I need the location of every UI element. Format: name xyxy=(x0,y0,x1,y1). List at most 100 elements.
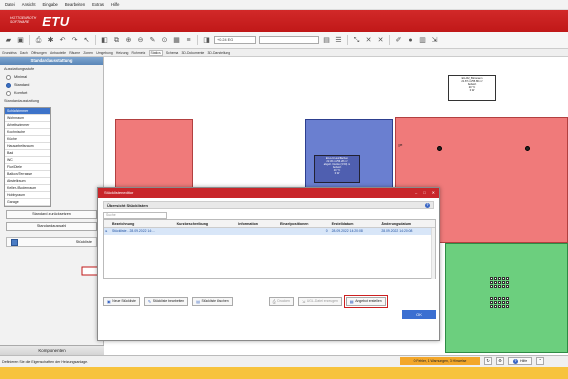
tab-statics[interactable]: Statics xyxy=(148,49,163,56)
table-scrollbar[interactable] xyxy=(431,228,435,279)
radiator-marker[interactable] xyxy=(437,146,442,151)
room-item[interactable]: Flur/Diele xyxy=(5,164,50,171)
pointer-icon[interactable]: ↖ xyxy=(82,36,91,45)
copy-icon[interactable]: ⧉ xyxy=(112,36,121,45)
room-item[interactable]: Hausarbeitsraum xyxy=(5,143,50,150)
new-list-button[interactable]: ▣ Neue Stückliste xyxy=(103,297,140,306)
col-einzelpositionen[interactable]: Einzelpositionen xyxy=(280,220,332,227)
room-item[interactable]: Küche xyxy=(5,136,50,143)
tab-dach[interactable]: Dach xyxy=(20,51,28,55)
tab-rohrnetz[interactable]: Rohrnetz xyxy=(132,51,146,55)
measure-icon[interactable]: ⤡ xyxy=(352,36,361,45)
help-button[interactable]: ? Hilfe xyxy=(508,357,533,365)
radio-standard[interactable]: Standard xyxy=(0,81,103,89)
ok-button[interactable]: OK xyxy=(402,310,436,319)
zoom-in-icon[interactable]: ⊕ xyxy=(124,36,133,45)
radiator-symbol[interactable]: ≡ᴴ xyxy=(398,143,402,148)
radiator-grid[interactable] xyxy=(490,277,509,288)
create-offer-button[interactable]: ▦ Angebot erstellen xyxy=(343,295,388,308)
level-input[interactable]: +0.24 EG xyxy=(214,36,256,44)
menu-extras[interactable]: Extras xyxy=(92,2,104,7)
room-item[interactable]: Bad xyxy=(5,150,50,157)
warnings-badge[interactable]: 0 Fehler, 1 Warnungen, 3 Hinweise xyxy=(400,357,480,365)
refresh-icon[interactable]: ↻ xyxy=(484,357,492,365)
export-icon[interactable]: ⇲ xyxy=(430,36,439,45)
tab-oeffnungen[interactable]: Öffnungen xyxy=(31,51,47,55)
cross2-icon[interactable]: ✕ xyxy=(376,36,385,45)
table-row[interactable]: ▸ Stückliste - 28.09.2022 14:... 0 28.09… xyxy=(104,228,435,235)
tab-schema[interactable]: Schema xyxy=(166,51,178,55)
radiator-grid[interactable] xyxy=(490,297,509,308)
level-dropdown[interactable] xyxy=(259,36,319,44)
radio-komfort[interactable]: Komfort xyxy=(0,89,103,97)
close-icon[interactable]: ✕ xyxy=(432,188,435,198)
print-button[interactable]: ⎙ Drucken xyxy=(268,297,294,306)
col-kurzbeschreibung[interactable]: Kurzbeschreibung xyxy=(177,220,239,227)
undo-icon[interactable]: ↶ xyxy=(58,36,67,45)
menu-hilfe[interactable]: Hilfe xyxy=(111,2,119,7)
tab-zonen[interactable]: Zonen xyxy=(83,51,93,55)
room-item[interactable]: Abstellraum xyxy=(5,178,50,185)
room-item[interactable]: Schlafzimmer xyxy=(5,108,50,115)
tab-grundriss[interactable]: Grundriss xyxy=(2,51,17,55)
folder-icon[interactable]: ▰ xyxy=(4,36,13,45)
standard-matrix-button[interactable]: Standardauswahl xyxy=(6,222,97,231)
save-icon[interactable]: ▣ xyxy=(16,36,25,45)
minimize-icon[interactable]: – xyxy=(415,188,417,198)
room-item[interactable]: Wohnraum xyxy=(5,115,50,122)
stairs-icon[interactable]: ≡ xyxy=(184,36,193,45)
tab-raeume[interactable]: Räume xyxy=(69,51,80,55)
tab-3d-darstellung[interactable]: 3D-Darstellung xyxy=(208,51,231,55)
ugl-export-button[interactable]: ⇲ UGL-Datei erzeugen xyxy=(297,297,342,306)
menu-datei[interactable]: Datei xyxy=(5,2,15,7)
settings-gear-icon[interactable]: ⚙ xyxy=(496,357,504,365)
room-item[interactable]: Kochnische xyxy=(5,129,50,136)
reset-standard-button[interactable]: Standard zurücksetzen xyxy=(6,210,97,219)
target-icon[interactable]: ⊙ xyxy=(160,36,169,45)
layer-icon[interactable]: ◧ xyxy=(100,36,109,45)
room-item[interactable]: WC xyxy=(5,157,50,164)
radiator-marker[interactable] xyxy=(525,146,530,151)
calc-icon[interactable]: ▥ xyxy=(418,36,427,45)
room-item[interactable]: Balkon/Terrasse xyxy=(5,171,50,178)
draw-icon[interactable]: ✎ xyxy=(148,36,157,45)
tab-anbauteile[interactable]: Anbauteile xyxy=(50,51,66,55)
layers-icon[interactable]: ▤ xyxy=(322,36,331,45)
zoom-out-icon[interactable]: ⊖ xyxy=(136,36,145,45)
tab-umgebung[interactable]: Umgebung xyxy=(96,51,113,55)
print-icon[interactable]: ⎙ xyxy=(34,36,43,45)
menu-ansicht[interactable]: Ansicht xyxy=(22,2,36,7)
col-erstelldatum[interactable]: Erstelldatum xyxy=(332,220,382,227)
tab-heizung[interactable]: Heizung xyxy=(116,51,128,55)
paint-icon[interactable]: ● xyxy=(406,36,415,45)
room-item[interactable]: Hobbyraum xyxy=(5,192,50,199)
settings-icon[interactable]: ✱ xyxy=(46,36,55,45)
radio-icon[interactable] xyxy=(6,74,11,80)
delete-list-button[interactable]: ▤ Stückliste löschen xyxy=(192,297,233,306)
search-input[interactable]: Suche xyxy=(103,212,167,219)
grid-icon[interactable]: ▦ xyxy=(172,36,181,45)
col-aenderungsdatum[interactable]: Änderungsdatum xyxy=(381,220,435,227)
redo-icon[interactable]: ↷ xyxy=(70,36,79,45)
radio-icon[interactable] xyxy=(6,90,11,96)
radio-icon[interactable] xyxy=(6,82,11,88)
room-item[interactable]: Arbeitszimmer xyxy=(5,122,50,129)
menu-bearbeiten[interactable]: Bearbeiten xyxy=(65,2,85,7)
col-bezeichnung[interactable]: Bezeichnung xyxy=(109,220,177,227)
menu-eingabe[interactable]: Eingabe xyxy=(43,2,58,7)
help-icon[interactable]: ? xyxy=(425,202,430,208)
room-item[interactable]: Garage xyxy=(5,199,50,206)
komponenten-button[interactable]: Komponenten xyxy=(0,345,104,355)
maximize-icon[interactable]: □ xyxy=(423,188,425,198)
view-icon[interactable]: ◨ xyxy=(202,36,211,45)
cross-icon[interactable]: ✕ xyxy=(364,36,373,45)
align-icon[interactable]: ☰ xyxy=(334,36,343,45)
tab-3d-dokumente[interactable]: 3D-Dokumente xyxy=(182,51,205,55)
stueckliste-button[interactable]: Stückliste xyxy=(6,237,97,247)
radio-minimal[interactable]: Minimal xyxy=(0,73,103,81)
col-information[interactable]: Information xyxy=(238,220,280,227)
brush-icon[interactable]: ✐ xyxy=(394,36,403,45)
edit-list-button[interactable]: ✎ Stückliste bearbeiten xyxy=(143,297,189,306)
chevron-up-icon[interactable]: ⌃ xyxy=(536,357,545,365)
room-item[interactable]: Keller-/Bodenraum xyxy=(5,185,50,192)
